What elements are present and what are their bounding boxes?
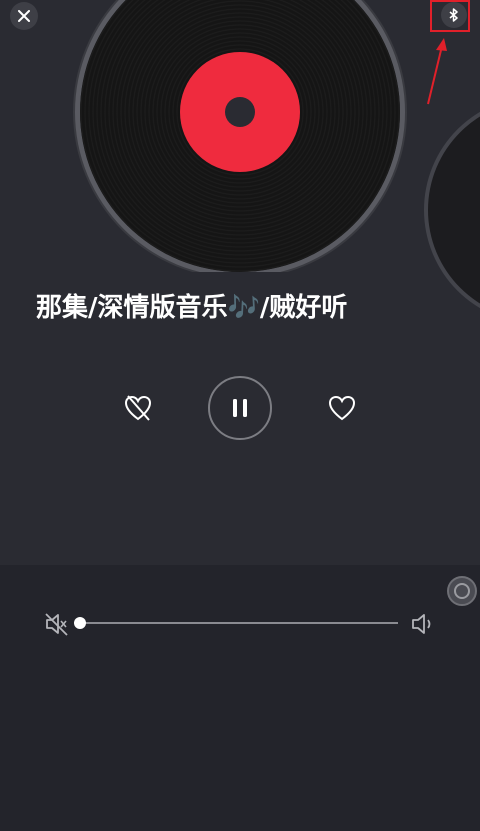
volume-icon[interactable]: [410, 611, 436, 637]
volume-mute-icon[interactable]: [44, 611, 70, 637]
close-button[interactable]: [10, 2, 38, 30]
pause-icon: [233, 399, 247, 417]
annotation-highlight-box: [430, 0, 470, 32]
record-center-hole: [225, 97, 255, 127]
assistive-ring-icon: [454, 583, 470, 599]
pause-button[interactable]: [208, 376, 272, 440]
volume-slider-track[interactable]: [80, 622, 398, 624]
floating-assistive-button[interactable]: [447, 576, 477, 606]
close-icon: [18, 10, 30, 22]
volume-slider-thumb[interactable]: [74, 617, 86, 629]
record-label: [180, 52, 300, 172]
vinyl-record: [80, 0, 400, 272]
song-title: 那集/深情版音乐🎶/贼好听: [36, 293, 348, 323]
annotation-arrow-icon: [427, 38, 447, 105]
broken-heart-icon: [124, 395, 152, 421]
heart-icon: [328, 395, 356, 421]
bottom-panel: [0, 565, 480, 831]
music-player-screen: 那集/深情版音乐🎶/贼好听: [0, 0, 480, 831]
dislike-button[interactable]: [118, 388, 158, 428]
like-button[interactable]: [322, 388, 362, 428]
